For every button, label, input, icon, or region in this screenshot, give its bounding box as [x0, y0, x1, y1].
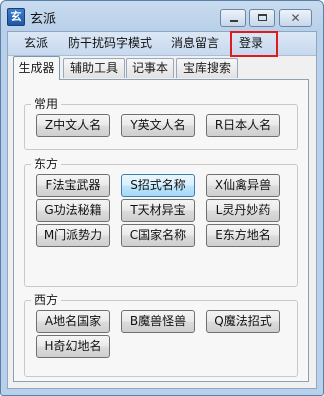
button-sect-faction[interactable]: M门派势力: [36, 224, 110, 247]
group-title-common: 常用: [31, 97, 62, 111]
title-bar[interactable]: 玄 玄派 ✕: [1, 1, 323, 31]
menu-bar: 玄派 防干扰码字模式 消息留言 登录: [8, 31, 316, 57]
menu-item-anti-interference-mode[interactable]: 防干扰码字模式: [68, 32, 152, 55]
button-japanese-name[interactable]: R日本人名: [206, 114, 280, 137]
button-elixir[interactable]: L灵丹妙药: [206, 199, 280, 222]
button-magic-spell[interactable]: Q魔法招式: [206, 310, 280, 333]
tab-strip: 生成器 辅助工具 记事本 宝库搜索: [8, 56, 316, 80]
button-cultivation-manual[interactable]: G功法秘籍: [36, 199, 110, 222]
button-place-country[interactable]: A地名国家: [36, 310, 110, 333]
group-common: 常用 Z中文人名 Y英文人名 R日本人名: [24, 97, 298, 150]
button-eastern-place[interactable]: E东方地名: [206, 224, 280, 247]
login-highlight-box: [230, 31, 278, 57]
button-fantasy-place[interactable]: H奇幻地名: [36, 335, 110, 358]
group-western: 西方 A地名国家 B魔兽怪兽 Q魔法招式 H奇幻地名: [24, 293, 298, 377]
button-move-name[interactable]: S招式名称: [121, 174, 195, 197]
app-window: 玄 玄派 ✕ 玄派 防干扰码字模式 消息留言 登录 生成器 辅助工具 记事本 宝…: [0, 0, 324, 396]
tab-tools[interactable]: 辅助工具: [63, 58, 125, 78]
tab-treasury-search[interactable]: 宝库搜索: [176, 58, 238, 78]
maximize-button[interactable]: [249, 9, 275, 27]
group-title-eastern: 东方: [31, 157, 62, 171]
button-rare-treasure[interactable]: T天材异宝: [121, 199, 195, 222]
button-treasure-weapon[interactable]: F法宝武器: [36, 174, 110, 197]
button-country-name[interactable]: C国家名称: [121, 224, 195, 247]
button-mythical-beast[interactable]: X仙禽异兽: [206, 174, 280, 197]
maximize-icon: [258, 14, 267, 21]
tab-page-generator: 常用 Z中文人名 Y英文人名 R日本人名 东方 F法宝武器 S招式名称 X仙禽异…: [13, 79, 309, 382]
minimize-button[interactable]: [220, 9, 246, 27]
button-monster[interactable]: B魔兽怪兽: [121, 310, 195, 333]
close-icon: ✕: [290, 11, 301, 25]
tab-generator[interactable]: 生成器: [13, 56, 60, 80]
button-chinese-name[interactable]: Z中文人名: [36, 114, 110, 137]
window-title: 玄派: [30, 12, 57, 27]
minimize-icon: [230, 20, 238, 22]
menu-item-messages[interactable]: 消息留言: [171, 32, 219, 55]
client-area: 玄派 防干扰码字模式 消息留言 登录 生成器 辅助工具 记事本 宝库搜索 常用 …: [7, 31, 317, 389]
group-eastern: 东方 F法宝武器 S招式名称 X仙禽异兽 G功法秘籍 T天材异宝 L灵丹妙药 M…: [24, 157, 298, 287]
group-title-western: 西方: [31, 293, 62, 307]
close-button[interactable]: ✕: [279, 9, 312, 27]
tab-notepad[interactable]: 记事本: [126, 58, 174, 78]
menu-item-xuanpai[interactable]: 玄派: [24, 32, 48, 55]
app-icon: 玄: [7, 8, 25, 26]
button-english-name[interactable]: Y英文人名: [121, 114, 195, 137]
